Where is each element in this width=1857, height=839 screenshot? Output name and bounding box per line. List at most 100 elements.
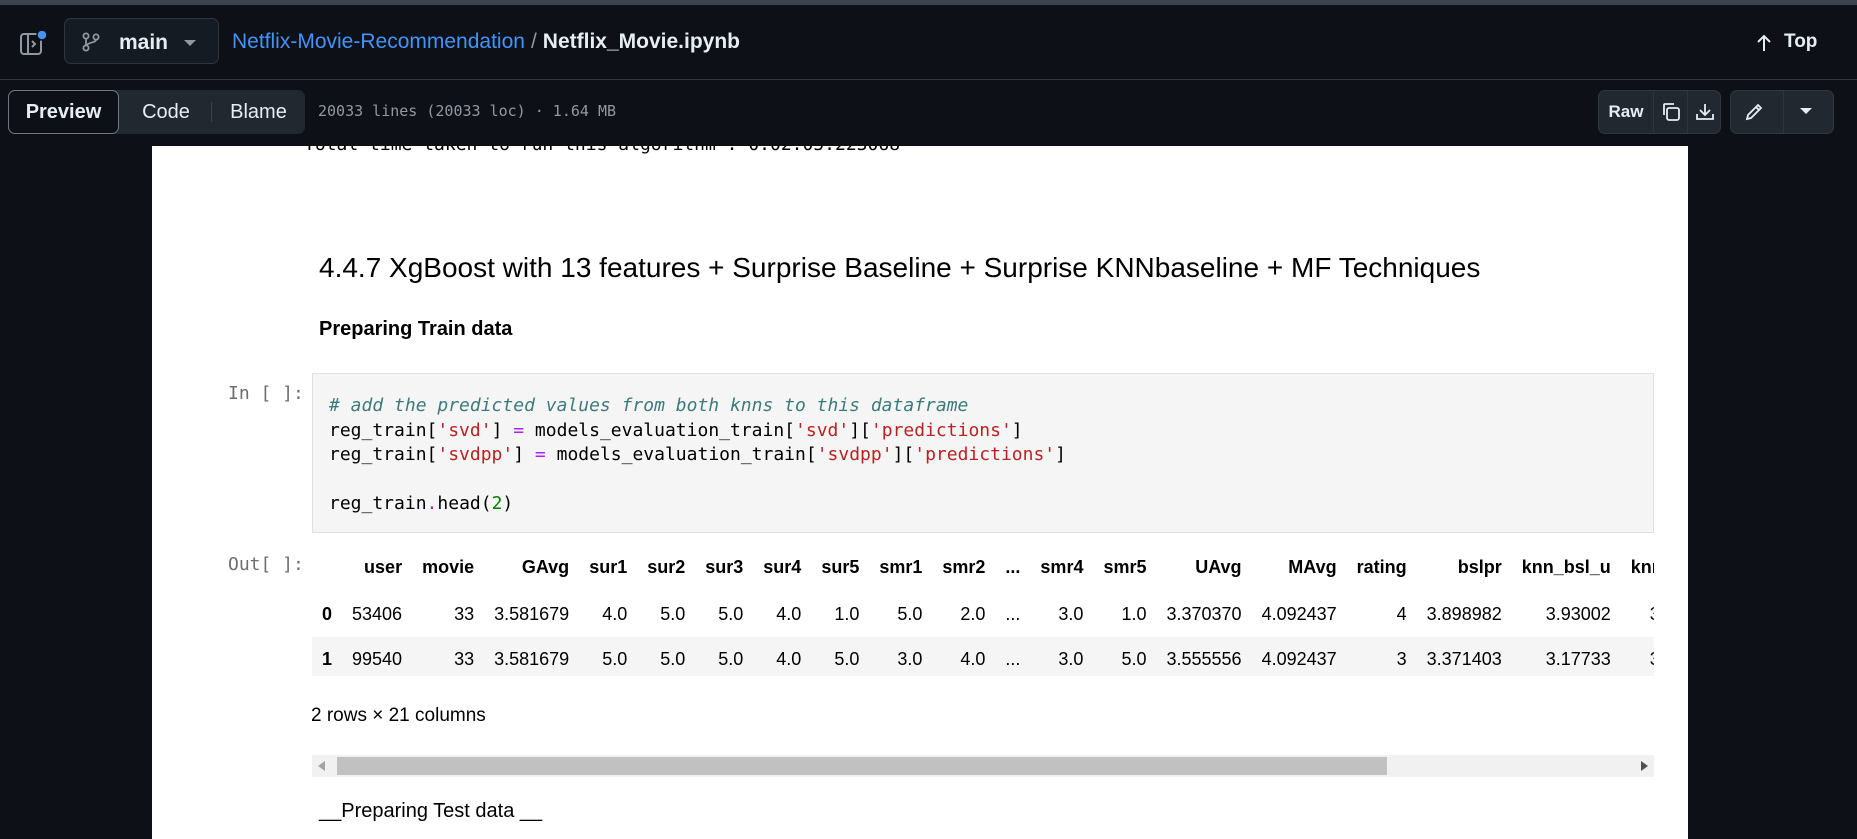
dataframe-shape: 2 rows × 21 columns — [311, 705, 486, 726]
arrow-up-icon — [1757, 34, 1771, 51]
column-header: sur1 — [589, 556, 628, 577]
table-row: 1 99540 33 3.581679 5.0 5.0 5.0 4.0 5.0 3.0 4.0...… — [312, 637, 1654, 676]
pencil-icon — [1745, 103, 1763, 121]
code-cell[interactable]: # add the predicted values from both knn… — [312, 373, 1654, 533]
tab-code[interactable]: Code — [126, 90, 206, 134]
column-header: sur5 — [821, 556, 860, 577]
column-header: smr2 — [942, 556, 986, 577]
code-token: models_evaluation_train[ — [524, 419, 796, 441]
table-cell: 1.0 — [1121, 604, 1147, 624]
table-cell: ... — [1005, 649, 1021, 669]
code-operator: . — [426, 493, 438, 514]
section-heading: 4.4.7 XgBoost with 13 features + Surpris… — [319, 252, 1481, 283]
breadcrumb-separator: / — [530, 30, 537, 53]
table-cell: 3.867958 — [1621, 592, 1654, 637]
code-token: ][ — [849, 419, 871, 441]
table-cell: 3.93002 — [1545, 604, 1611, 624]
table-cell: 4.0 — [776, 649, 802, 669]
code-token: ] — [491, 419, 514, 441]
table-cell: 3.371403 — [1426, 649, 1502, 669]
scrollbar-thumb[interactable] — [337, 757, 1387, 775]
raw-button[interactable]: Raw — [1599, 91, 1653, 133]
row-index: 0 — [322, 604, 333, 624]
table-cell: 3.0 — [1058, 604, 1084, 624]
code-token: ) — [502, 493, 514, 514]
breadcrumb: Netflix-Movie-Recommendation / Netflix_Mov… — [232, 30, 740, 54]
table-cell: 3.898982 — [1426, 604, 1502, 624]
column-header: movie — [422, 556, 475, 577]
column-header: rating — [1356, 556, 1407, 577]
code-comment: # add the predicted values from both knn… — [329, 395, 969, 416]
tab-blame[interactable]: Blame — [216, 90, 301, 134]
dataframe-output: user movie GAvg sur1 sur2 sur3 sur4 sur5 smr1 smr… — [312, 542, 1654, 676]
column-header: knn_bsl_u — [1521, 556, 1611, 577]
horizontal-scrollbar[interactable] — [312, 755, 1654, 777]
output-prompt: Out[ ]: — [228, 554, 304, 575]
table-cell: 5.0 — [718, 649, 744, 669]
breadcrumb-file-name: Netflix_Movie.ipynb — [542, 30, 740, 53]
code-operator: = — [513, 419, 525, 441]
column-header: MAvg — [1288, 556, 1337, 577]
table-cell: 3.17733 — [1545, 649, 1611, 669]
table-cell: 5.0 — [834, 649, 860, 669]
code-number: 2 — [491, 493, 503, 514]
edit-actions-group — [1730, 90, 1834, 134]
column-header: sur4 — [763, 556, 802, 577]
table-cell: 3.0 — [897, 649, 923, 669]
file-header: main Netflix-Movie-Recommendation / Netfli… — [0, 5, 1857, 80]
code-string: 'predictions' — [870, 419, 1012, 441]
column-header: sur2 — [647, 556, 686, 577]
branch-selector-button[interactable]: main — [64, 18, 219, 64]
column-header: UAvg — [1195, 556, 1242, 577]
code-token: ] — [1055, 444, 1066, 465]
edit-file-button[interactable] — [1731, 91, 1783, 133]
download-raw-button[interactable] — [1687, 91, 1722, 133]
index-header — [312, 542, 342, 592]
file-toolbar: Preview Code Blame 20033 lines (20033 lo… — [0, 80, 1857, 146]
row-index: 1 — [322, 649, 333, 669]
code-string: 'predictions' — [914, 444, 1056, 465]
table-cell: 5.0 — [1121, 649, 1147, 669]
scroll-left-icon[interactable] — [318, 761, 325, 771]
dataframe-table: user movie GAvg sur1 sur2 sur3 sur4 sur5 smr1 smr… — [312, 542, 1654, 676]
scroll-right-icon[interactable] — [1641, 761, 1648, 771]
column-header: ... — [1005, 556, 1021, 577]
markdown-text: __Preparing Test data __ — [319, 800, 543, 822]
column-header: smr1 — [879, 556, 923, 577]
code-token: reg_train[ — [329, 444, 438, 465]
tab-preview[interactable]: Preview — [8, 90, 119, 134]
copy-raw-button[interactable] — [1653, 91, 1688, 133]
chevron-down-icon — [184, 40, 196, 46]
back-to-top-label: Top — [1784, 31, 1818, 52]
table-cell: 5.0 — [897, 604, 923, 624]
table-cell: 4.092437 — [1261, 604, 1337, 624]
column-header: smr5 — [1103, 556, 1147, 577]
code-token: ] — [513, 444, 535, 465]
table-cell: 3.0 — [1058, 649, 1084, 669]
table-cell: 3.581679 — [494, 649, 570, 669]
column-header: sur3 — [705, 556, 744, 577]
table-cell: 5.0 — [602, 649, 628, 669]
code-token: ] — [1011, 419, 1023, 441]
git-branch-icon — [82, 32, 100, 52]
breadcrumb-repo-link[interactable]: Netflix-Movie-Recommendation — [232, 30, 525, 53]
chevron-down-icon — [1800, 108, 1812, 114]
column-header: user — [364, 556, 403, 577]
file-info: 20033 lines (20033 loc) · 1.64 MB — [318, 102, 617, 120]
more-edit-options-button[interactable] — [1783, 91, 1835, 133]
table-cell: 53406 — [352, 604, 403, 624]
table-cell: 33 — [454, 604, 475, 624]
table-cell: 2.0 — [960, 604, 986, 624]
section-subheading: Preparing Train data — [319, 318, 513, 340]
code-string: 'svd' — [437, 419, 492, 441]
table-cell: 4.0 — [776, 604, 802, 624]
table-cell: 4.0 — [960, 649, 986, 669]
table-cell: 4.0 — [602, 604, 628, 624]
table-cell: 3.370370 — [1166, 604, 1242, 624]
raw-actions-group: Raw — [1598, 90, 1721, 134]
previous-cell-output: Total time taken to run this algorithm :… — [304, 146, 900, 155]
code-block: # add the predicted values from both knn… — [329, 394, 1066, 517]
sidebar-toggle-icon[interactable] — [20, 29, 48, 57]
view-mode-switcher: Preview Code Blame — [8, 90, 305, 134]
code-token: reg_train — [329, 493, 427, 514]
